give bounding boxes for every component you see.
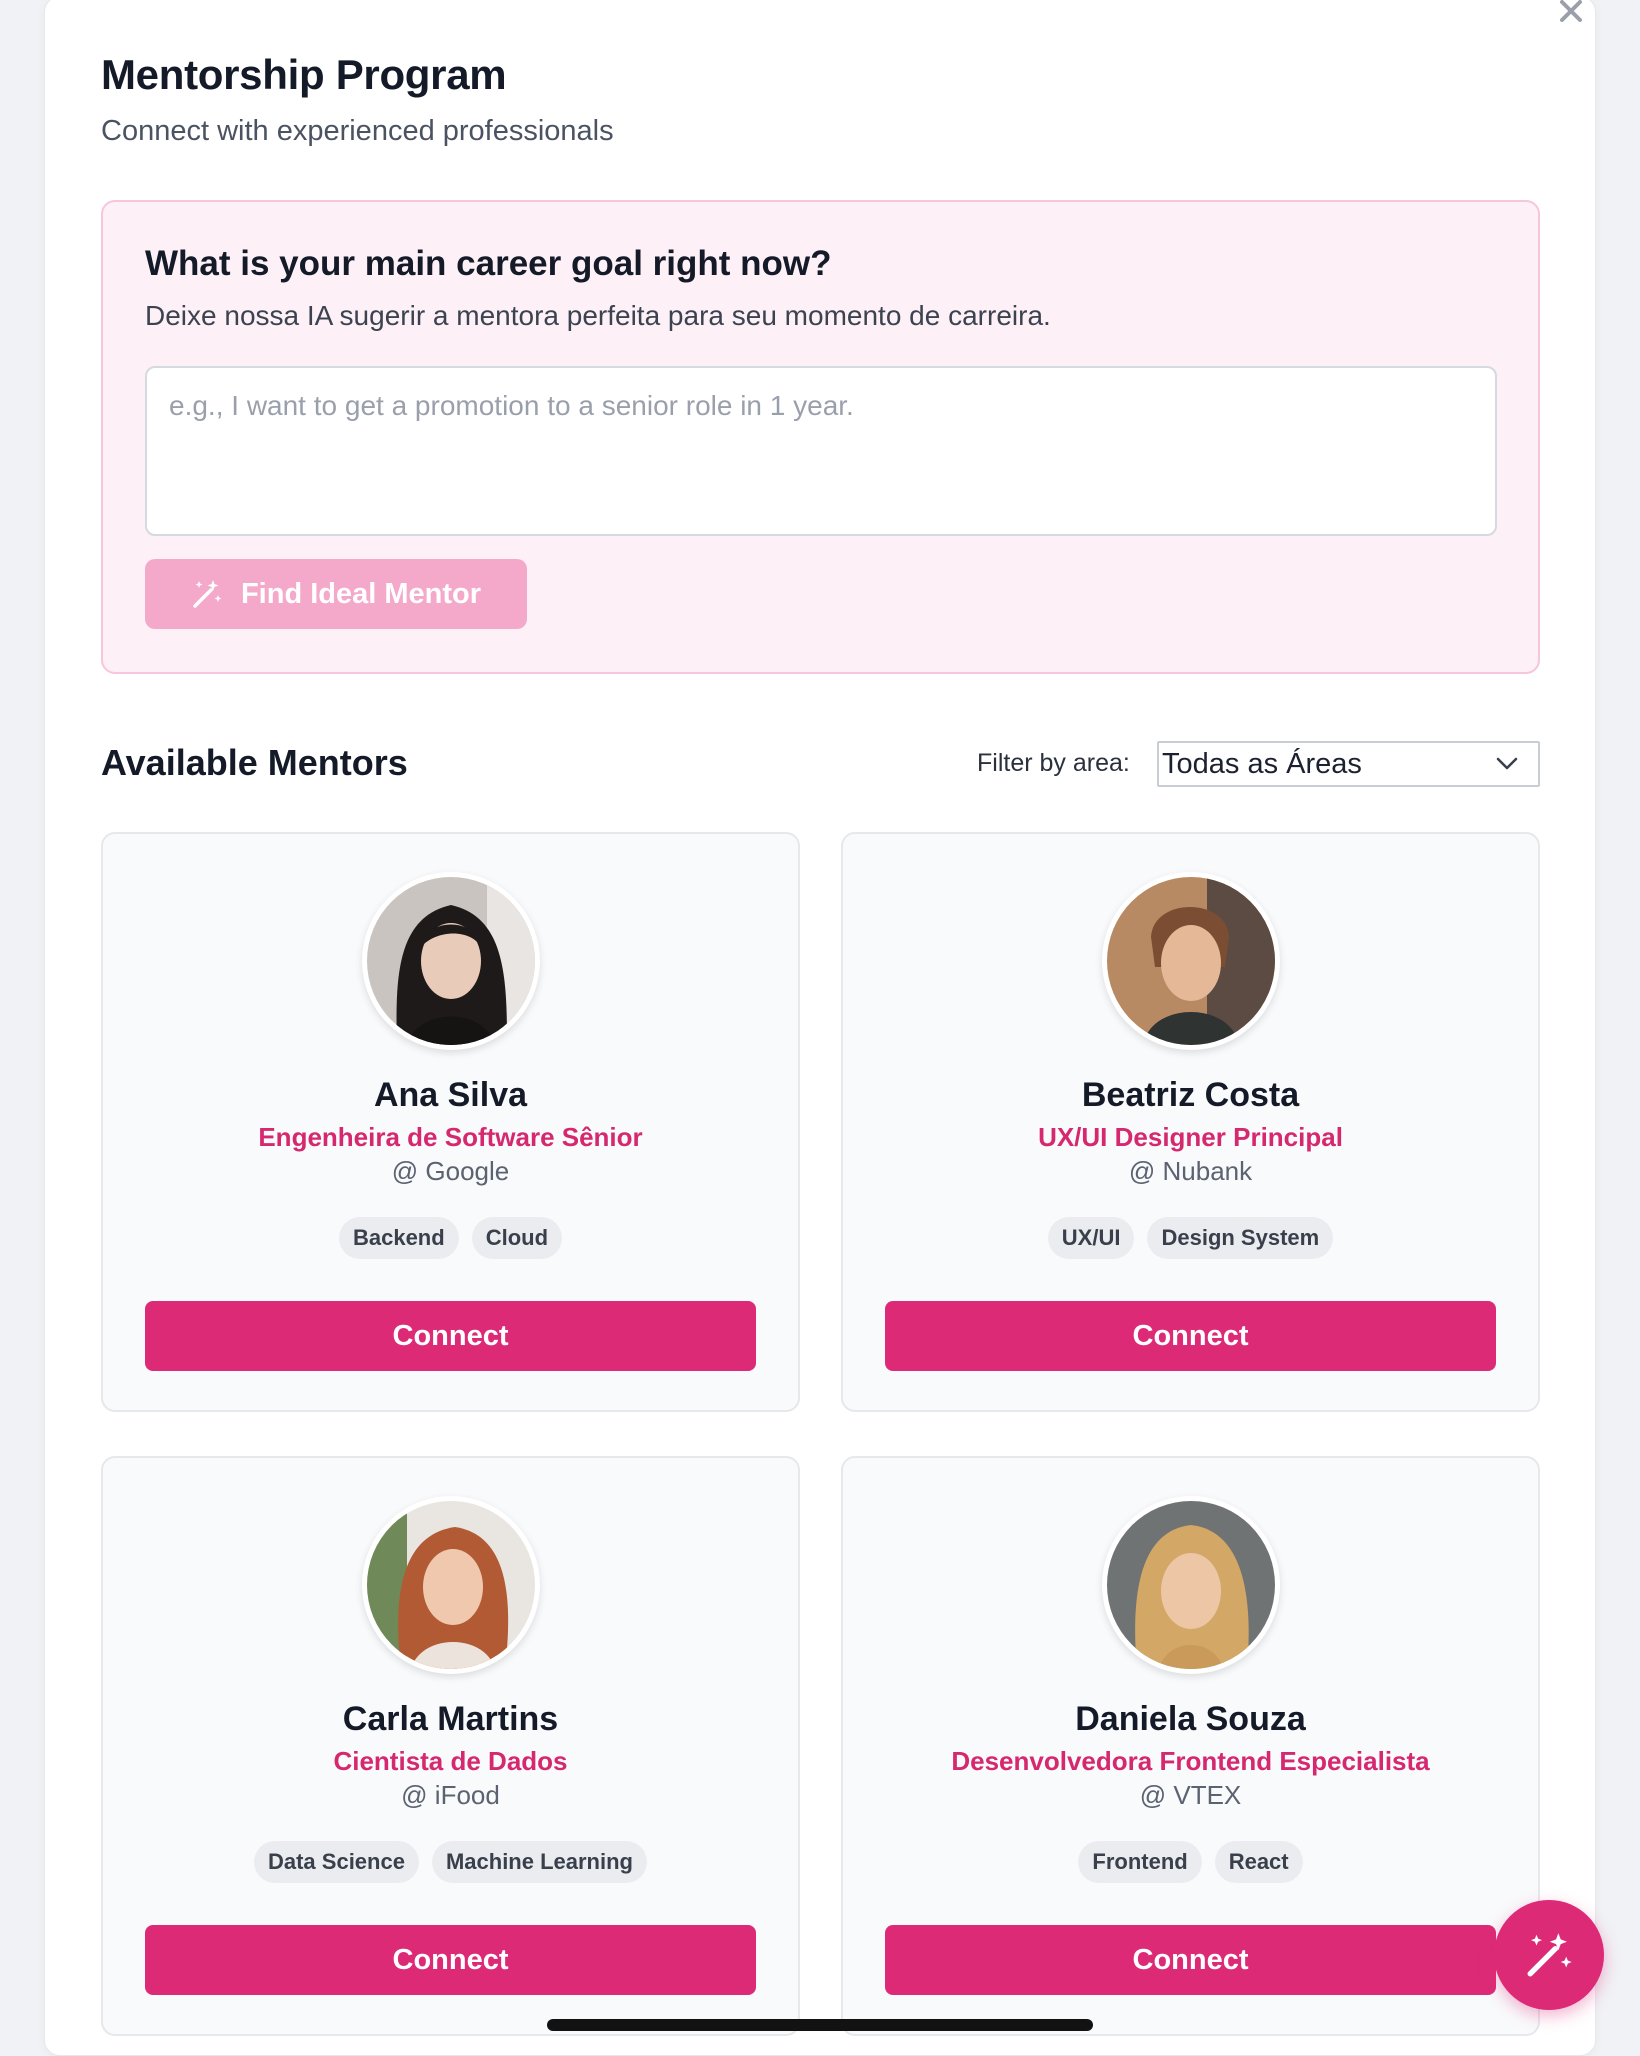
magic-wand-icon	[1527, 1933, 1572, 1977]
mentor-card: Carla Martins Cientista de Dados @ iFood…	[101, 1456, 800, 2036]
mentor-name: Daniela Souza	[1075, 1700, 1306, 1738]
area-filter-value: Todas as Áreas	[1162, 747, 1362, 780]
mentor-company: @ iFood	[401, 1780, 500, 1810]
mentor-card: Daniela Souza Desenvolvedora Frontend Es…	[841, 1456, 1540, 2036]
mentor-photo	[366, 1501, 535, 1669]
tag: Design System	[1147, 1217, 1334, 1259]
tag: Data Science	[253, 1841, 419, 1883]
tag: Frontend	[1078, 1841, 1202, 1883]
filter-label: Filter by area:	[977, 749, 1130, 777]
avatar	[361, 1496, 540, 1674]
find-ideal-mentor-button[interactable]: Find Ideal Mentor	[145, 559, 527, 629]
goal-subtitle: Deixe nossa IA sugerir a mentora perfeit…	[145, 300, 1051, 331]
career-goal-panel: What is your main career goal right now?…	[101, 200, 1540, 674]
close-icon	[1560, 0, 1582, 22]
career-goal-input[interactable]	[145, 366, 1497, 536]
tag: Machine Learning	[431, 1841, 647, 1883]
mentor-card: Beatriz Costa UX/UI Designer Principal @…	[841, 832, 1540, 1412]
mentor-name: Carla Martins	[342, 1700, 559, 1738]
available-mentors-title: Available Mentors	[101, 742, 408, 783]
avatar	[361, 872, 540, 1050]
page-subtitle: Connect with experienced professionals	[101, 115, 614, 147]
mentor-role: UX/UI Designer Principal	[1038, 1122, 1343, 1152]
mentor-photo	[366, 877, 535, 1045]
mentor-name: Ana Silva	[373, 1076, 528, 1114]
mentor-role: Cientista de Dados	[333, 1746, 568, 1776]
mentor-photo	[1106, 1501, 1275, 1669]
connect-button[interactable]: Connect	[145, 1301, 756, 1371]
tag: UX/UI	[1047, 1217, 1135, 1259]
tag: Cloud	[471, 1217, 563, 1259]
avatar	[1101, 1496, 1280, 1674]
connect-button[interactable]: Connect	[885, 1925, 1496, 1995]
ai-assistant-fab[interactable]	[1494, 1900, 1604, 2010]
mentor-company: @ Nubank	[1128, 1156, 1253, 1186]
connect-button[interactable]: Connect	[145, 1925, 756, 1995]
avatar	[1101, 872, 1280, 1050]
mentor-tags: Frontend React	[843, 1841, 1538, 1883]
home-indicator	[547, 2019, 1093, 2031]
find-ideal-mentor-label: Find Ideal Mentor	[240, 577, 482, 610]
mentor-photo	[1106, 877, 1275, 1045]
mentor-company: @ Google	[391, 1156, 510, 1186]
magic-wand-icon	[193, 580, 222, 608]
mentor-tags: Data Science Machine Learning	[103, 1841, 798, 1883]
tag: React	[1214, 1841, 1303, 1883]
connect-button[interactable]: Connect	[885, 1301, 1496, 1371]
tag: Backend	[338, 1217, 459, 1259]
goal-title: What is your main career goal right now?	[145, 244, 832, 283]
chevron-down-icon	[1496, 757, 1518, 770]
area-filter-select[interactable]: Todas as Áreas	[1157, 741, 1540, 787]
page-title: Mentorship Program	[101, 51, 507, 98]
mentor-name: Beatriz Costa	[1081, 1076, 1300, 1114]
mentor-role: Desenvolvedora Frontend Especialista	[951, 1746, 1430, 1776]
mentor-tags: UX/UI Design System	[843, 1217, 1538, 1259]
mentor-tags: Backend Cloud	[103, 1217, 798, 1259]
mentor-role: Engenheira de Software Sênior	[258, 1122, 643, 1152]
mentor-company: @ VTEX	[1139, 1780, 1242, 1810]
mentorship-modal: Mentorship Program Connect with experien…	[44, 0, 1596, 2056]
close-button[interactable]	[1553, 0, 1589, 25]
mentor-card: Ana Silva Engenheira de Software Sênior …	[101, 832, 800, 1412]
